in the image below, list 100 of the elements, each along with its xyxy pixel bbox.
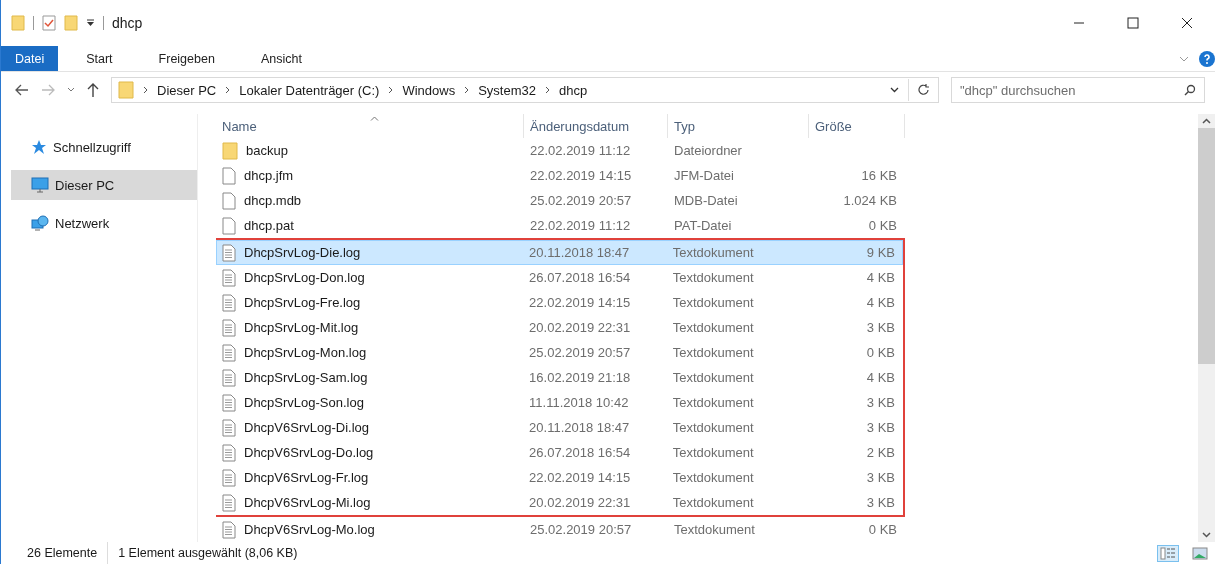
breadcrumb[interactable]: Windows: [402, 82, 456, 98]
chevron-down-icon[interactable]: [1202, 532, 1211, 538]
file-type: Textdokument: [672, 270, 754, 285]
file-row[interactable]: DhcpSrvLog-Don.log 26.07.2018 16:54 Textdokument 4 KB: [216, 265, 903, 290]
file-type: MDB-Datei: [674, 193, 738, 208]
maximize-icon[interactable]: [1127, 17, 1139, 29]
chevron-right-icon[interactable]: [545, 86, 550, 94]
file-name: DhcpSrvLog-Mon.log: [244, 345, 367, 360]
file-row[interactable]: DhcpV6SrvLog-Do.log 26.07.2018 16:54 Textdokument 2 KB: [216, 440, 903, 465]
column-header[interactable]: Größe: [809, 114, 905, 138]
column-header[interactable]: Name: [216, 114, 524, 138]
file-name: DhcpV6SrvLog-Fr.log: [244, 470, 369, 485]
text-file-icon: [222, 318, 236, 337]
text-file-icon: [222, 293, 236, 312]
ribbon-tab[interactable]: Datei: [1, 46, 59, 71]
modified-date: 20.11.2018 18:47: [529, 245, 630, 260]
breadcrumb[interactable]: dhcp: [559, 82, 588, 98]
modified-date: 11.11.2018 10:42: [529, 395, 629, 410]
help-icon[interactable]: [1199, 50, 1215, 67]
breadcrumb[interactable]: Dieser PC: [157, 82, 217, 98]
file-name: DhcpSrvLog-Mit.log: [244, 320, 359, 335]
file-size: 3 KB: [866, 320, 895, 335]
modified-date: 16.02.2019 21:18: [529, 370, 631, 385]
text-file-icon: [222, 493, 236, 512]
sidebar-item[interactable]: Schnellzugriff: [11, 132, 197, 162]
folder-icon: [222, 141, 238, 160]
file-row[interactable]: DhcpSrvLog-Sam.log 16.02.2019 21:18 Textdokument 4 KB: [216, 365, 903, 390]
up-arrow-icon[interactable]: [87, 83, 99, 97]
sort-ascending-icon: [369, 116, 379, 121]
chevron-right-icon[interactable]: [464, 86, 470, 94]
file-row[interactable]: DhcpSrvLog-Mit.log 20.02.2019 22:31 Textdokument 3 KB: [216, 315, 903, 340]
file-size: 3 KB: [866, 395, 895, 410]
scrollbar-thumb[interactable]: [1198, 128, 1215, 364]
star-icon: [31, 139, 47, 155]
text-file-icon: [222, 243, 236, 262]
file-row[interactable]: dhcp.pat 22.02.2019 11:12 PAT-Datei 0 KB: [216, 213, 1198, 238]
large-icons-view-button[interactable]: [1189, 544, 1211, 562]
monitor-icon: [31, 177, 49, 193]
file-type: Textdokument: [672, 345, 754, 360]
file-name: DhcpV6SrvLog-Mi.log: [244, 495, 371, 510]
modified-date: 20.11.2018 18:47: [529, 420, 630, 435]
file-row[interactable]: DhcpV6SrvLog-Mo.log 25.02.2019 20:57 Textdokument 0 KB: [216, 517, 1198, 542]
search-field[interactable]: "dhcp" durchsuchen: [951, 77, 1205, 103]
file-row[interactable]: DhcpV6SrvLog-Fr.log 22.02.2019 14:15 Textdokument 3 KB: [216, 465, 903, 490]
file-name: dhcp.mdb: [244, 193, 302, 208]
file-row[interactable]: DhcpSrvLog-Fre.log 22.02.2019 14:15 Textdokument 4 KB: [216, 290, 903, 315]
vertical-scrollbar[interactable]: [1198, 114, 1215, 542]
text-file-icon: [222, 443, 236, 462]
file-row[interactable]: backup 22.02.2019 11:12 Dateiordner: [216, 138, 1198, 163]
file-size: 3 KB: [866, 495, 895, 510]
file-size: 9 KB: [866, 245, 895, 260]
file-type: Textdokument: [674, 522, 755, 537]
file-size: 2 KB: [866, 445, 895, 460]
sidebar-item[interactable]: Dieser PC: [11, 170, 197, 200]
chevron-right-icon[interactable]: [143, 86, 148, 94]
text-file-icon: [222, 368, 236, 387]
modified-date: 20.02.2019 22:31: [529, 495, 631, 510]
properties-icon[interactable]: [42, 15, 56, 31]
file-type: Textdokument: [672, 370, 754, 385]
chevron-down-icon[interactable]: [890, 87, 899, 93]
selected-file-row[interactable]: DhcpSrvLog-Die.log 20.11.2018 18:47 Textdokument 9 KB: [216, 240, 903, 265]
file-row[interactable]: dhcp.jfm 22.02.2019 14:15 JFM-Datei 16 KB: [216, 163, 1198, 188]
ribbon-tab[interactable]: Ansicht: [242, 46, 320, 71]
address-bar[interactable]: Dieser PC Lokaler Datenträger (C:) Windows System32 dhcp: [111, 77, 939, 103]
file-type: PAT-Datei: [674, 218, 732, 233]
sidebar-item[interactable]: Netzwerk: [11, 208, 197, 238]
dropdown-icon[interactable]: [86, 19, 95, 27]
file-icon: [222, 191, 236, 210]
breadcrumb[interactable]: System32: [478, 82, 536, 98]
modified-date: 22.02.2019 11:12: [530, 218, 631, 233]
file-type: Textdokument: [672, 245, 754, 260]
file-name: DhcpV6SrvLog-Di.log: [244, 420, 369, 435]
modified-date: 22.02.2019 14:15: [529, 295, 631, 310]
modified-date: 25.02.2019 20:57: [530, 193, 632, 208]
ribbon-tab[interactable]: Freigeben: [140, 46, 233, 71]
file-row[interactable]: DhcpV6SrvLog-Di.log 20.11.2018 18:47 Textdokument 3 KB: [216, 415, 903, 440]
file-name: DhcpSrvLog-Son.log: [244, 395, 364, 410]
chevron-up-icon[interactable]: [1202, 118, 1211, 124]
file-row[interactable]: DhcpSrvLog-Mon.log 25.02.2019 20:57 Textdokument 0 KB: [216, 340, 903, 365]
file-row[interactable]: dhcp.mdb 25.02.2019 20:57 MDB-Datei 1.024 KB: [216, 188, 1198, 213]
file-size: 4 KB: [866, 370, 895, 385]
chevron-right-icon[interactable]: [388, 86, 394, 94]
file-row[interactable]: DhcpV6SrvLog-Mi.log 20.02.2019 22:31 Textdokument 3 KB: [216, 490, 903, 515]
column-header[interactable]: Änderungsdatum: [524, 114, 668, 138]
network-icon: [31, 215, 49, 231]
refresh-icon[interactable]: [918, 83, 930, 97]
back-arrow-icon[interactable]: [15, 84, 29, 96]
file-row[interactable]: DhcpSrvLog-Son.log 11.11.2018 10:42 Textdokument 3 KB: [216, 390, 903, 415]
file-size: 16 KB: [861, 168, 897, 183]
column-header[interactable]: Typ: [668, 114, 809, 138]
chevron-right-icon[interactable]: [225, 86, 231, 94]
ribbon-tab[interactable]: Start: [68, 46, 131, 71]
file-size: 0 KB: [868, 522, 897, 537]
file-name: DhcpSrvLog-Sam.log: [244, 370, 368, 385]
file-name: DhcpSrvLog-Don.log: [244, 270, 365, 285]
file-type: Dateiordner: [674, 143, 742, 158]
details-view-button[interactable]: [1157, 544, 1179, 562]
breadcrumb[interactable]: Lokaler Datenträger (C:): [239, 82, 380, 98]
modified-date: 25.02.2019 20:57: [530, 522, 632, 537]
close-icon[interactable]: [1181, 17, 1193, 29]
